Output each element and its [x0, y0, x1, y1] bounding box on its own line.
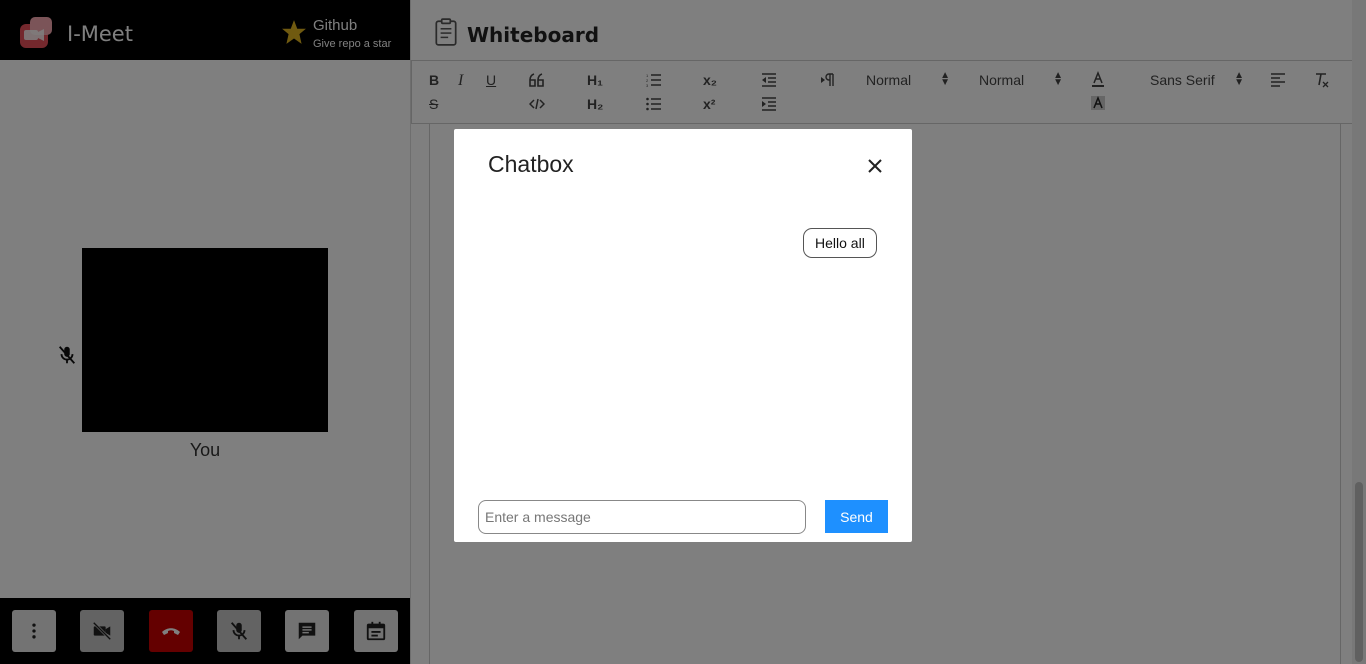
chatbox-title: Chatbox	[488, 151, 574, 177]
send-button[interactable]: Send	[825, 500, 888, 533]
chatbox-dialog: Chatbox Hello all Send	[454, 129, 912, 542]
chat-message: Hello all	[803, 228, 877, 258]
message-input[interactable]	[478, 500, 806, 534]
close-icon[interactable]	[864, 155, 886, 177]
